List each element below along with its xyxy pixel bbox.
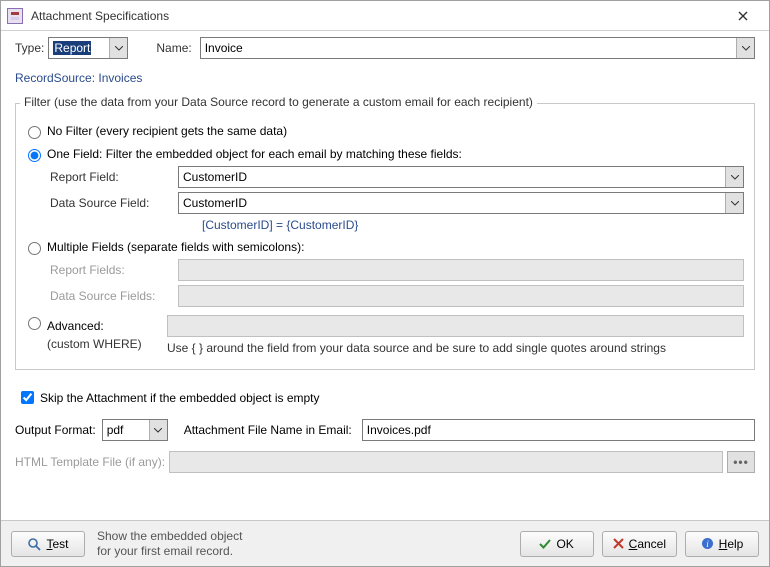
name-label: Name: — [156, 37, 191, 59]
data-source-field-label: Data Source Field: — [50, 196, 178, 210]
report-field-value: CustomerID — [179, 167, 725, 187]
chevron-down-icon — [725, 167, 743, 187]
data-source-field-value: CustomerID — [179, 193, 725, 213]
report-field-dropdown[interactable]: CustomerID — [178, 166, 744, 188]
one-field-label[interactable]: One Field: Filter the embedded object fo… — [47, 147, 462, 161]
no-filter-label[interactable]: No Filter (every recipient gets the same… — [47, 124, 287, 138]
name-dropdown[interactable]: Invoice — [200, 37, 755, 59]
filter-groupbox: Filter (use the data from your Data Sour… — [15, 103, 755, 370]
filter-expression: [CustomerID] = {CustomerID} — [202, 218, 744, 232]
test-hint: Show the embedded object for your first … — [97, 529, 242, 559]
output-format-label: Output Format: — [15, 423, 96, 437]
no-filter-radio[interactable] — [28, 126, 41, 139]
x-icon — [613, 538, 624, 549]
ok-button[interactable]: OK — [520, 531, 594, 557]
filter-legend: Filter (use the data from your Data Sour… — [20, 95, 537, 109]
report-fields-label: Report Fields: — [50, 263, 178, 277]
data-source-fields-input — [178, 285, 744, 307]
one-field-radio[interactable] — [28, 149, 41, 162]
dialog-footer: Test Show the embedded object for your f… — [1, 520, 769, 566]
data-source-fields-label: Data Source Fields: — [50, 289, 178, 303]
chevron-down-icon — [109, 38, 127, 58]
window-title: Attachment Specifications — [31, 9, 169, 23]
check-icon — [539, 538, 551, 550]
attachment-filename-input[interactable] — [362, 419, 755, 441]
html-template-label: HTML Template File (if any): — [15, 455, 165, 469]
chevron-down-icon — [149, 420, 167, 440]
close-icon — [738, 11, 748, 21]
chevron-down-icon — [725, 193, 743, 213]
name-value: Invoice — [201, 38, 736, 58]
titlebar: Attachment Specifications — [1, 1, 769, 31]
cancel-button[interactable]: Cancel — [602, 531, 677, 557]
advanced-where-input — [167, 315, 744, 337]
output-format-dropdown[interactable]: pdf — [102, 419, 168, 441]
advanced-hint: Use { } around the field from your data … — [167, 337, 744, 355]
help-button[interactable]: i Help — [685, 531, 759, 557]
close-button[interactable] — [723, 2, 763, 30]
advanced-sublabel: (custom WHERE) — [47, 337, 167, 355]
ellipsis-icon: ••• — [733, 455, 749, 469]
magnifier-icon — [27, 537, 41, 551]
attachment-filename-label: Attachment File Name in Email: — [184, 423, 352, 437]
html-template-input — [169, 451, 723, 473]
browse-template-button[interactable]: ••• — [727, 451, 755, 473]
data-source-field-dropdown[interactable]: CustomerID — [178, 192, 744, 214]
multiple-fields-radio[interactable] — [28, 242, 41, 255]
report-field-label: Report Field: — [50, 170, 178, 184]
advanced-radio[interactable] — [28, 317, 41, 330]
type-value: Report — [53, 41, 91, 55]
record-source-label: RecordSource: Invoices — [15, 71, 755, 85]
skip-attachment-checkbox[interactable] — [21, 391, 34, 404]
app-icon — [7, 8, 23, 24]
multiple-fields-label[interactable]: Multiple Fields (separate fields with se… — [47, 240, 304, 254]
help-icon: i — [701, 537, 714, 550]
chevron-down-icon — [736, 38, 754, 58]
type-dropdown[interactable]: Report — [48, 37, 128, 59]
test-button[interactable]: Test — [11, 531, 85, 557]
test-button-rest: est — [52, 537, 68, 551]
output-format-value: pdf — [103, 420, 149, 440]
skip-attachment-label[interactable]: Skip the Attachment if the embedded obje… — [40, 391, 320, 405]
type-label: Type: — [15, 37, 44, 59]
report-fields-input — [178, 259, 744, 281]
advanced-label[interactable]: Advanced: — [47, 319, 104, 333]
ok-label: OK — [556, 537, 573, 551]
